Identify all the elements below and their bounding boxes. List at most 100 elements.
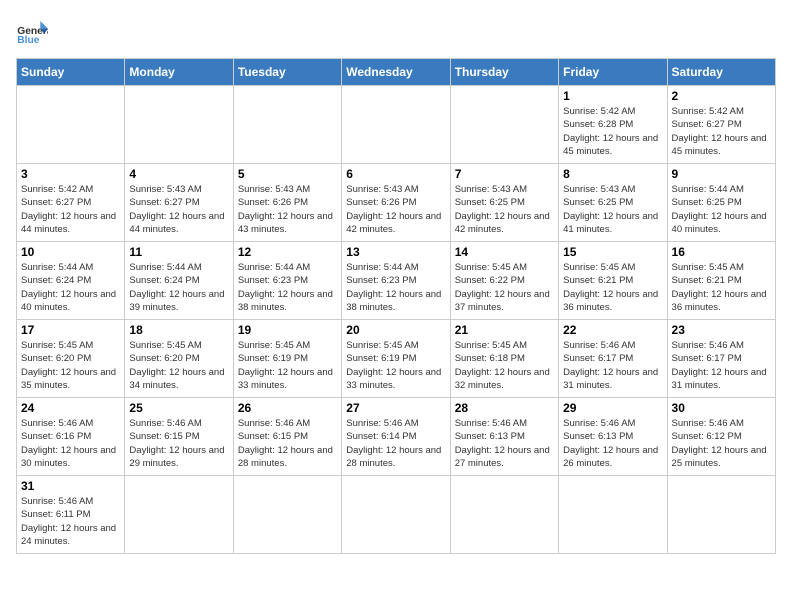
calendar-cell-w5-d6 (667, 476, 775, 554)
day-number: 1 (563, 89, 662, 103)
calendar-cell-w3-d1: 18 Sunrise: 5:45 AMSunset: 6:20 PMDayligh… (125, 320, 233, 398)
day-info: Sunrise: 5:44 AMSunset: 6:23 PMDaylight:… (238, 261, 337, 314)
calendar-cell-w4-d4: 28 Sunrise: 5:46 AMSunset: 6:13 PMDayligh… (450, 398, 558, 476)
day-number: 9 (672, 167, 771, 181)
day-info: Sunrise: 5:46 AMSunset: 6:14 PMDaylight:… (346, 417, 445, 470)
day-number: 20 (346, 323, 445, 337)
day-number: 22 (563, 323, 662, 337)
day-number: 28 (455, 401, 554, 415)
day-number: 7 (455, 167, 554, 181)
day-info: Sunrise: 5:46 AMSunset: 6:13 PMDaylight:… (455, 417, 554, 470)
calendar-cell-w1-d1: 4Sunrise: 5:43 AMSunset: 6:27 PMDaylight… (125, 164, 233, 242)
day-number: 30 (672, 401, 771, 415)
calendar-cell-w5-d5 (559, 476, 667, 554)
calendar-cell-w3-d6: 23 Sunrise: 5:46 AMSunset: 6:17 PMDayligh… (667, 320, 775, 398)
calendar-cell-w1-d6: 9 Sunrise: 5:44 AMSunset: 6:25 PMDaylight… (667, 164, 775, 242)
svg-text:Blue: Blue (17, 35, 39, 46)
day-info: Sunrise: 5:45 AMSunset: 6:21 PMDaylight:… (563, 261, 662, 314)
day-info: Sunrise: 5:44 AMSunset: 6:25 PMDaylight:… (672, 183, 771, 236)
day-number: 12 (238, 245, 337, 259)
weekday-header-saturday: Saturday (667, 59, 775, 86)
calendar-cell-w4-d2: 26 Sunrise: 5:46 AMSunset: 6:15 PMDayligh… (233, 398, 341, 476)
calendar-cell-w0-d5: 1 Sunrise: 5:42 AMSunset: 6:28 PMDaylight… (559, 86, 667, 164)
day-number: 18 (129, 323, 228, 337)
day-info: Sunrise: 5:46 AMSunset: 6:16 PMDaylight:… (21, 417, 120, 470)
day-number: 24 (21, 401, 120, 415)
calendar-cell-w4-d1: 25Sunrise: 5:46 AMSunset: 6:15 PMDayligh… (125, 398, 233, 476)
day-number: 15 (563, 245, 662, 259)
day-info: Sunrise: 5:45 AMSunset: 6:20 PMDaylight:… (129, 339, 228, 392)
calendar-cell-w2-d6: 16 Sunrise: 5:45 AMSunset: 6:21 PMDayligh… (667, 242, 775, 320)
calendar-cell-w3-d5: 22Sunrise: 5:46 AMSunset: 6:17 PMDayligh… (559, 320, 667, 398)
day-number: 26 (238, 401, 337, 415)
day-number: 27 (346, 401, 445, 415)
weekday-header-thursday: Thursday (450, 59, 558, 86)
day-info: Sunrise: 5:44 AMSunset: 6:24 PMDaylight:… (129, 261, 228, 314)
calendar-cell-w1-d0: 3 Sunrise: 5:42 AMSunset: 6:27 PMDaylight… (17, 164, 125, 242)
calendar-cell-w0-d3 (342, 86, 450, 164)
calendar-cell-w2-d1: 11 Sunrise: 5:44 AMSunset: 6:24 PMDayligh… (125, 242, 233, 320)
day-number: 31 (21, 479, 120, 493)
calendar-cell-w1-d5: 8 Sunrise: 5:43 AMSunset: 6:25 PMDaylight… (559, 164, 667, 242)
day-number: 23 (672, 323, 771, 337)
weekday-header-wednesday: Wednesday (342, 59, 450, 86)
day-info: Sunrise: 5:46 AMSunset: 6:11 PMDaylight:… (21, 495, 120, 548)
calendar-cell-w4-d6: 30 Sunrise: 5:46 AMSunset: 6:12 PMDayligh… (667, 398, 775, 476)
calendar-cell-w5-d3 (342, 476, 450, 554)
day-info: Sunrise: 5:42 AMSunset: 6:27 PMDaylight:… (672, 105, 771, 158)
calendar-cell-w4-d5: 29 Sunrise: 5:46 AMSunset: 6:13 PMDayligh… (559, 398, 667, 476)
day-number: 14 (455, 245, 554, 259)
day-info: Sunrise: 5:46 AMSunset: 6:12 PMDaylight:… (672, 417, 771, 470)
day-number: 11 (129, 245, 228, 259)
weekday-header-friday: Friday (559, 59, 667, 86)
calendar-cell-w3-d0: 17Sunrise: 5:45 AMSunset: 6:20 PMDayligh… (17, 320, 125, 398)
day-number: 3 (21, 167, 120, 181)
day-number: 10 (21, 245, 120, 259)
calendar-table: SundayMondayTuesdayWednesdayThursdayFrid… (16, 58, 776, 554)
day-number: 21 (455, 323, 554, 337)
day-info: Sunrise: 5:45 AMSunset: 6:19 PMDaylight:… (238, 339, 337, 392)
day-number: 19 (238, 323, 337, 337)
logo: General Blue (16, 16, 52, 48)
calendar-cell-w0-d0 (17, 86, 125, 164)
calendar-cell-w0-d1 (125, 86, 233, 164)
day-number: 2 (672, 89, 771, 103)
day-number: 5 (238, 167, 337, 181)
calendar-cell-w1-d3: 6Sunrise: 5:43 AMSunset: 6:26 PMDaylight… (342, 164, 450, 242)
day-info: Sunrise: 5:46 AMSunset: 6:15 PMDaylight:… (238, 417, 337, 470)
calendar-cell-w1-d4: 7 Sunrise: 5:43 AMSunset: 6:25 PMDaylight… (450, 164, 558, 242)
day-info: Sunrise: 5:44 AMSunset: 6:24 PMDaylight:… (21, 261, 120, 314)
calendar-cell-w1-d2: 5Sunrise: 5:43 AMSunset: 6:26 PMDaylight… (233, 164, 341, 242)
calendar-cell-w5-d0: 31 Sunrise: 5:46 AMSunset: 6:11 PMDayligh… (17, 476, 125, 554)
calendar-cell-w5-d4 (450, 476, 558, 554)
day-number: 29 (563, 401, 662, 415)
weekday-header-tuesday: Tuesday (233, 59, 341, 86)
day-info: Sunrise: 5:46 AMSunset: 6:17 PMDaylight:… (672, 339, 771, 392)
calendar-cell-w2-d5: 15 Sunrise: 5:45 AMSunset: 6:21 PMDayligh… (559, 242, 667, 320)
calendar-cell-w3-d3: 20 Sunrise: 5:45 AMSunset: 6:19 PMDayligh… (342, 320, 450, 398)
calendar-cell-w4-d0: 24 Sunrise: 5:46 AMSunset: 6:16 PMDayligh… (17, 398, 125, 476)
day-info: Sunrise: 5:45 AMSunset: 6:19 PMDaylight:… (346, 339, 445, 392)
calendar-cell-w3-d2: 19 Sunrise: 5:45 AMSunset: 6:19 PMDayligh… (233, 320, 341, 398)
day-info: Sunrise: 5:43 AMSunset: 6:25 PMDaylight:… (455, 183, 554, 236)
calendar-cell-w2-d3: 13Sunrise: 5:44 AMSunset: 6:23 PMDayligh… (342, 242, 450, 320)
day-info: Sunrise: 5:43 AMSunset: 6:25 PMDaylight:… (563, 183, 662, 236)
weekday-header-monday: Monday (125, 59, 233, 86)
day-number: 8 (563, 167, 662, 181)
calendar-cell-w5-d1 (125, 476, 233, 554)
logo-icon: General Blue (16, 16, 48, 48)
day-info: Sunrise: 5:45 AMSunset: 6:21 PMDaylight:… (672, 261, 771, 314)
day-info: Sunrise: 5:43 AMSunset: 6:27 PMDaylight:… (129, 183, 228, 236)
day-info: Sunrise: 5:43 AMSunset: 6:26 PMDaylight:… (346, 183, 445, 236)
day-info: Sunrise: 5:45 AMSunset: 6:20 PMDaylight:… (21, 339, 120, 392)
day-info: Sunrise: 5:45 AMSunset: 6:18 PMDaylight:… (455, 339, 554, 392)
day-info: Sunrise: 5:46 AMSunset: 6:13 PMDaylight:… (563, 417, 662, 470)
calendar-cell-w3-d4: 21 Sunrise: 5:45 AMSunset: 6:18 PMDayligh… (450, 320, 558, 398)
day-number: 16 (672, 245, 771, 259)
calendar-cell-w0-d6: 2 Sunrise: 5:42 AMSunset: 6:27 PMDaylight… (667, 86, 775, 164)
day-info: Sunrise: 5:42 AMSunset: 6:27 PMDaylight:… (21, 183, 120, 236)
calendar-cell-w0-d2 (233, 86, 341, 164)
weekday-header-sunday: Sunday (17, 59, 125, 86)
calendar-cell-w4-d3: 27 Sunrise: 5:46 AMSunset: 6:14 PMDayligh… (342, 398, 450, 476)
day-info: Sunrise: 5:42 AMSunset: 6:28 PMDaylight:… (563, 105, 662, 158)
